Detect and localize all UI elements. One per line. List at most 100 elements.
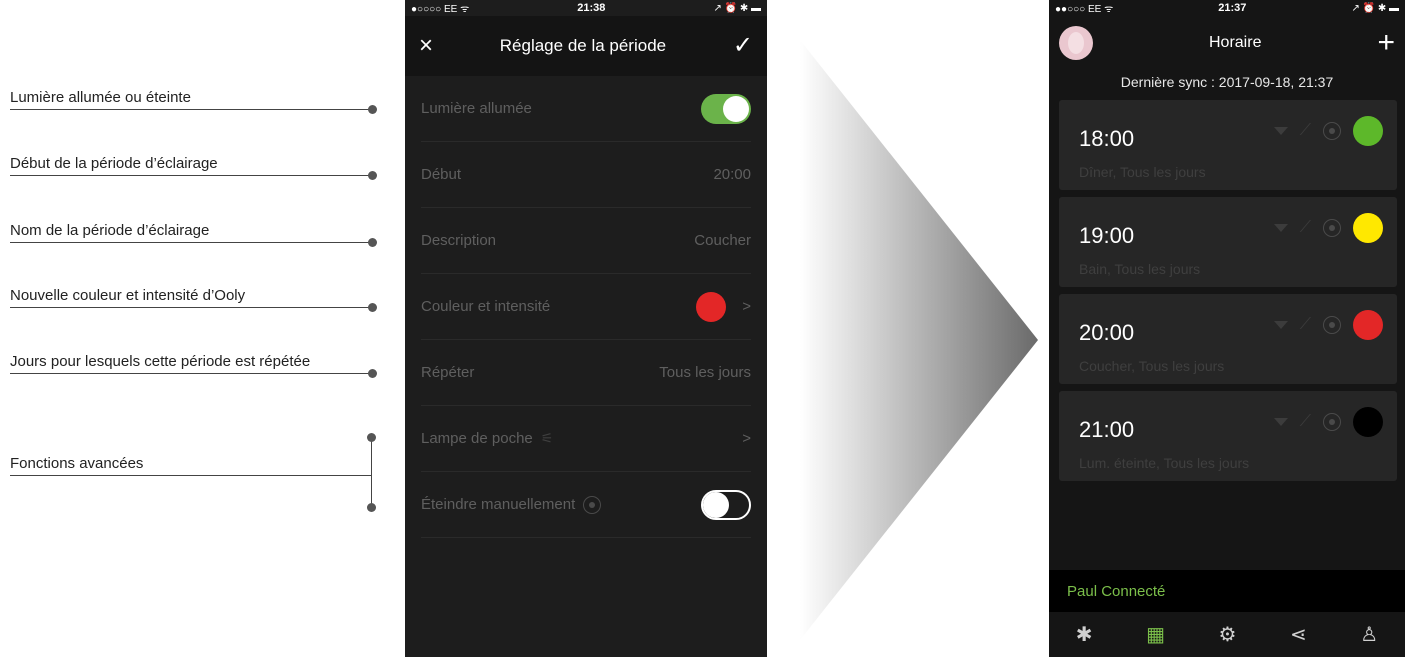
stop-icon[interactable]: [1323, 122, 1341, 140]
annotation-dot: [368, 238, 377, 247]
calendar-icon[interactable]: ▦: [1146, 622, 1165, 647]
avatar[interactable]: [1059, 26, 1093, 60]
status-bar: ●●○○○ EE ᯤ 21:37 ↗ ⏰ ✱ ▬: [1049, 0, 1405, 16]
schedule-card[interactable]: 20:00 Coucher, Tous les jours ⟋: [1059, 294, 1397, 384]
row-label-group: Éteindre manuellement: [421, 495, 602, 514]
row-label-group: Lampe de poche ⚟: [421, 430, 553, 447]
toggle-knob: [703, 491, 729, 518]
chevron-down-icon[interactable]: [1273, 224, 1288, 232]
annotation-dot: [367, 503, 376, 512]
toggle-knob: [723, 95, 749, 122]
annotation-label: Lumière allumée ou éteinte: [10, 89, 191, 106]
connection-status: Paul Connecté: [1049, 570, 1405, 612]
annotation-label: Fonctions avancées: [10, 455, 144, 472]
annotation-label: Jours pour lesquels cette période est ré…: [10, 353, 311, 370]
row-light-on: Lumière allumée: [421, 76, 751, 142]
annotation-dot: [368, 105, 377, 114]
nav-bar: × Réglage de la période ✓: [405, 16, 767, 76]
card-color-dot[interactable]: [1353, 213, 1383, 243]
light-on-toggle[interactable]: [701, 93, 751, 124]
annotation-start: Début de la période d’éclairage: [10, 155, 377, 180]
row-label: Début: [421, 166, 462, 183]
schedule-card[interactable]: 18:00 Dîner, Tous les jours ⟋: [1059, 100, 1397, 190]
bluetooth-icon[interactable]: ✱: [1076, 622, 1093, 647]
manual-off-toggle[interactable]: [701, 489, 751, 520]
card-description: Bain, Tous les jours: [1079, 261, 1201, 277]
plus-icon[interactable]: +: [1377, 28, 1395, 58]
annotation-advanced: Fonctions avancées: [10, 455, 372, 476]
card-controls: ⟋: [1273, 213, 1383, 243]
row-label: Couleur et intensité: [421, 298, 551, 315]
card-time: 19:00: [1079, 223, 1135, 248]
annotation-repeat: Jours pour lesquels cette période est ré…: [10, 353, 377, 378]
card-controls: ⟋: [1273, 407, 1383, 437]
status-bar: ●○○○○ EE ᯤ 21:38 ↗ ⏰ ✱ ▬: [405, 0, 767, 16]
stop-icon: [583, 495, 602, 514]
status-time: 21:37: [1218, 2, 1247, 14]
card-color-dot[interactable]: [1353, 407, 1383, 437]
status-time: 21:38: [577, 2, 606, 14]
chevron-right-icon: >: [742, 430, 751, 447]
repeat-value: Tous les jours: [659, 364, 751, 381]
settings-list: Lumière allumée Début 20:00 Description …: [405, 76, 767, 538]
stop-icon[interactable]: [1323, 316, 1341, 334]
chevron-down-icon[interactable]: [1273, 321, 1288, 329]
card-color-dot[interactable]: [1353, 310, 1383, 340]
chevron-down-icon[interactable]: [1273, 127, 1288, 135]
annotation-dot: [367, 433, 376, 442]
row-label: Répéter: [421, 364, 475, 381]
flashlight-icon[interactable]: ⟋: [1300, 122, 1311, 140]
nav-bar: Horaire +: [1049, 16, 1405, 70]
transition-arrow-icon: [800, 40, 1038, 640]
gear-icon[interactable]: ⚙: [1219, 622, 1237, 647]
flashlight-icon[interactable]: ⟋: [1300, 316, 1311, 334]
row-label: Lampe de poche: [421, 430, 533, 447]
schedule-card[interactable]: 19:00 Bain, Tous les jours ⟋: [1059, 197, 1397, 287]
check-icon[interactable]: ✓: [733, 34, 753, 58]
row-label: Éteindre manuellement: [421, 496, 576, 513]
sync-status: Dernière sync : 2017-09-18, 21:37: [1120, 74, 1334, 90]
schedule-card[interactable]: 21:00 Lum. éteinte, Tous les jours ⟋: [1059, 391, 1397, 481]
row-start[interactable]: Début 20:00: [421, 142, 751, 208]
row-description[interactable]: Description Coucher: [421, 208, 751, 274]
color-value: >: [696, 291, 751, 322]
row-manual-off: Éteindre manuellement: [421, 472, 751, 538]
annotation-dot: [368, 171, 377, 180]
carrier-signal: ●●○○○ EE ᯤ: [1055, 4, 1114, 15]
description-value: Coucher: [694, 232, 751, 249]
stop-icon[interactable]: [1323, 413, 1341, 431]
annotation-dot: [368, 369, 377, 378]
close-icon[interactable]: ×: [419, 34, 433, 58]
annotation-label: Nom de la période d’éclairage: [10, 222, 210, 239]
carrier-signal: ●○○○○ EE ᯤ: [411, 4, 470, 15]
start-value: 20:00: [713, 166, 751, 183]
status-icons: ↗ ⏰ ✱ ▬: [1351, 2, 1399, 14]
annotation-color: Nouvelle couleur et intensité d’Ooly: [10, 287, 377, 312]
status-icons: ↗ ⏰ ✱ ▬: [713, 2, 761, 14]
flashlight-icon: ⚟: [540, 430, 554, 446]
period-settings-screen: ●○○○○ EE ᯤ 21:38 ↗ ⏰ ✱ ▬ × Réglage de la…: [405, 0, 767, 657]
row-label: Description: [421, 232, 497, 249]
stop-icon[interactable]: [1323, 219, 1341, 237]
schedule-screen: ●●○○○ EE ᯤ 21:37 ↗ ⏰ ✱ ▬ Horaire + Derni…: [1049, 0, 1405, 657]
flashlight-icon[interactable]: ⟋: [1300, 413, 1311, 431]
card-controls: ⟋: [1273, 310, 1383, 340]
annotation-dot: [368, 303, 377, 312]
annotation-label: Début de la période d’éclairage: [10, 155, 218, 172]
card-description: Lum. éteinte, Tous les jours: [1079, 455, 1250, 471]
card-color-dot[interactable]: [1353, 116, 1383, 146]
row-color[interactable]: Couleur et intensité >: [421, 274, 751, 340]
user-icon[interactable]: ♙: [1360, 622, 1378, 647]
page-title: Réglage de la période: [499, 36, 667, 55]
share-icon[interactable]: ⋖: [1290, 622, 1307, 647]
annotation-light-on-off: Lumière allumée ou éteinte: [10, 89, 377, 114]
color-swatch: [696, 291, 727, 322]
annotation-label: Nouvelle couleur et intensité d’Ooly: [10, 287, 246, 304]
card-time: 18:00: [1079, 126, 1135, 151]
chevron-down-icon[interactable]: [1273, 418, 1288, 426]
row-flashlight[interactable]: Lampe de poche ⚟ >: [421, 406, 751, 472]
card-time: 20:00: [1079, 320, 1135, 345]
row-repeat[interactable]: Répéter Tous les jours: [421, 340, 751, 406]
flashlight-icon[interactable]: ⟋: [1300, 219, 1311, 237]
tab-bar: ✱ ▦ ⚙ ⋖ ♙: [1049, 612, 1405, 657]
